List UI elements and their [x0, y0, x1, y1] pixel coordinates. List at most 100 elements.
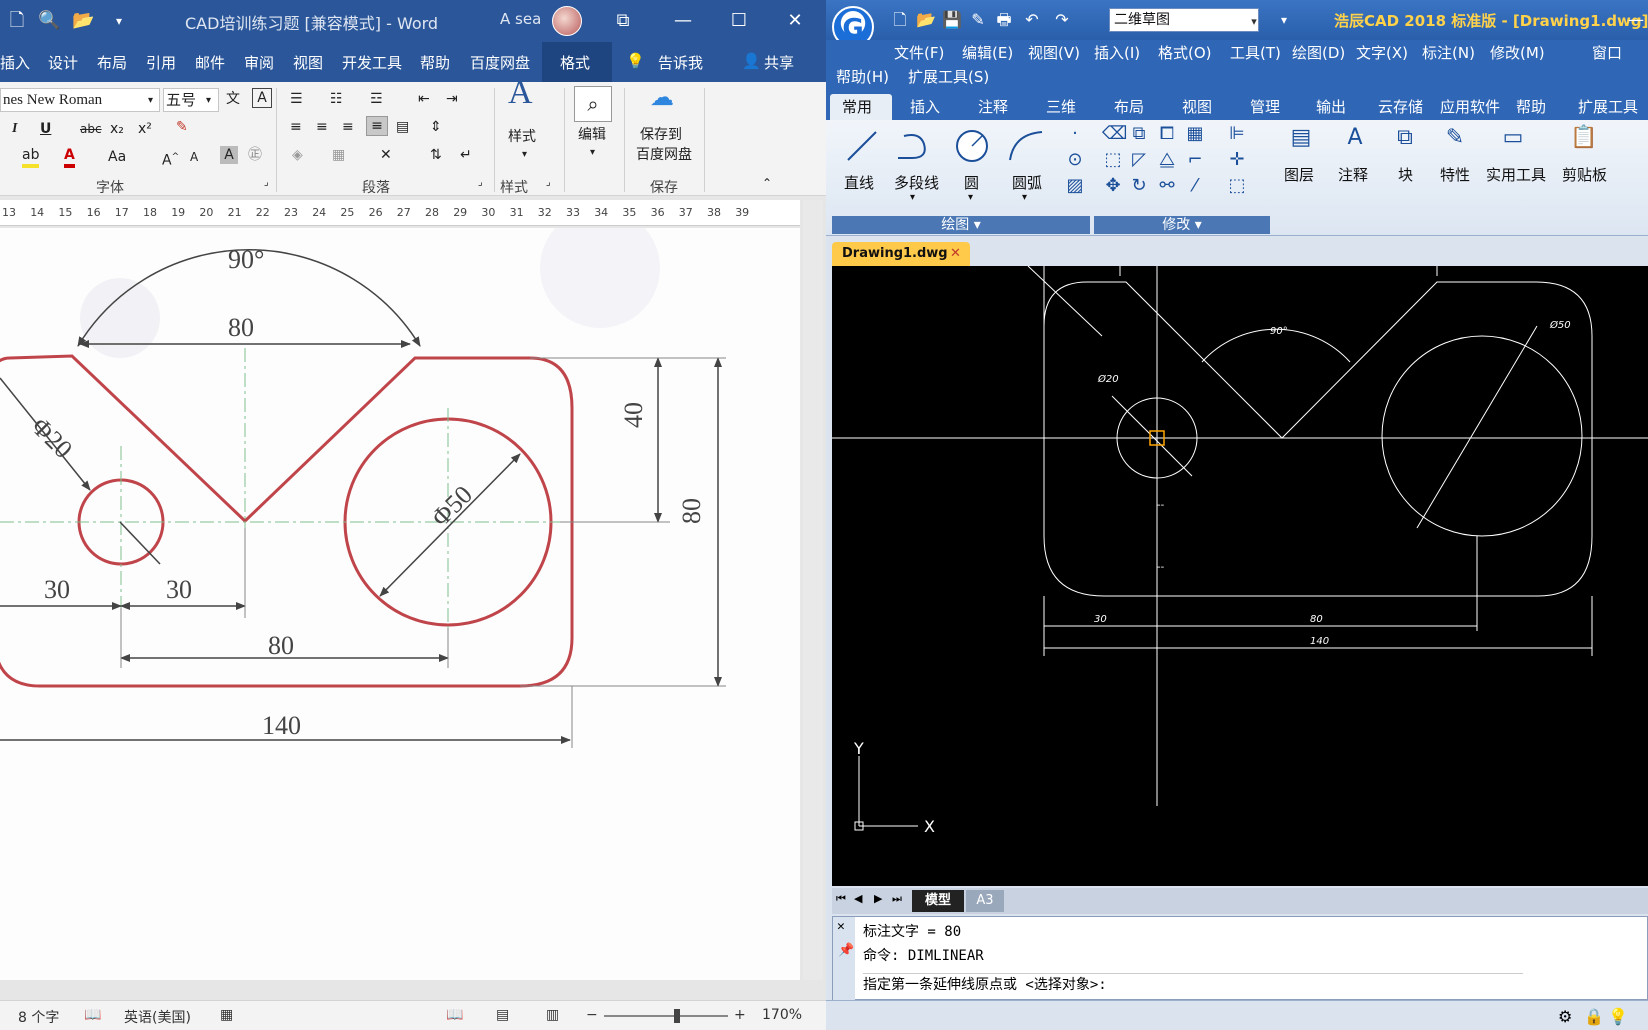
distributed-icon[interactable]: ▤ [396, 118, 409, 136]
tab-design[interactable]: 设计 [48, 52, 78, 73]
document-page[interactable]: 90° 80 Φ20 Φ50 30 30 80 140 40 80 [0, 208, 800, 980]
change-case-icon[interactable]: Aa [108, 148, 126, 166]
underline-button[interactable]: U [40, 120, 51, 138]
word-count[interactable]: 8 个字 [18, 1007, 59, 1027]
char-shading-icon[interactable]: A [220, 146, 238, 164]
arc-tool-button[interactable]: 圆弧 [1012, 172, 1042, 193]
layout-tab-a3[interactable]: A3 [966, 890, 1004, 912]
draw-group-bar[interactable]: 绘图 ▾ [832, 216, 1090, 234]
move-icon[interactable]: ✥ [1102, 176, 1124, 198]
properties-button[interactable]: 特性 [1440, 164, 1470, 185]
print-preview-icon[interactable]: 🔍 [38, 10, 60, 32]
ribbon-tab-view[interactable]: 视图 [1182, 96, 1212, 117]
trim-icon[interactable]: ⚯ [1156, 176, 1178, 198]
tab-references[interactable]: 引用 [146, 52, 176, 73]
sort-icon[interactable]: ⇅ [430, 146, 442, 164]
close-icon[interactable]: ✕ [780, 8, 810, 34]
ellipse-icon[interactable]: ⊙ [1064, 150, 1086, 172]
modify-group-bar[interactable]: 修改 ▾ [1094, 216, 1270, 234]
tab-view[interactable]: 视图 [293, 52, 323, 73]
line-spacing-icon[interactable]: ⇕ [430, 118, 442, 136]
styles-dialog-launcher-icon[interactable]: ⌟ [546, 174, 551, 192]
find-icon[interactable]: ⌕ [574, 86, 612, 122]
ribbon-tab-output[interactable]: 输出 [1316, 96, 1346, 117]
minimize-icon[interactable]: — [668, 8, 698, 34]
ribbon-tab-extensions[interactable]: 扩展工具 [1578, 96, 1638, 117]
strikethrough-button[interactable]: abc [80, 120, 102, 138]
tab-mailings[interactable]: 邮件 [195, 52, 225, 73]
multilevel-list-icon[interactable]: ☲ [370, 90, 383, 108]
circle-tool-button[interactable]: 圆 [964, 172, 979, 193]
utilities-button[interactable]: 实用工具 [1486, 164, 1546, 185]
ribbon-tab-layout[interactable]: 布局 [1114, 96, 1144, 117]
clipboard-icon[interactable]: 📋 [1570, 127, 1597, 150]
zoom-in-icon[interactable]: + [734, 1007, 746, 1023]
justify-icon[interactable]: ≡ [366, 116, 388, 136]
layout-tab-model[interactable]: 模型 [912, 890, 964, 912]
share-icon[interactable]: 👤 [742, 52, 761, 70]
menu-dimension[interactable]: 标注(N) [1422, 42, 1475, 63]
font-dialog-launcher-icon[interactable]: ⌟ [264, 174, 269, 192]
line-tool-icon[interactable] [844, 128, 880, 164]
maximize-icon[interactable]: ☐ [724, 8, 754, 34]
align-center-icon[interactable]: ≡ [316, 118, 328, 136]
save-to-baidu-button-line1[interactable]: 保存到 [640, 124, 682, 144]
rotate-icon[interactable]: ↻ [1128, 176, 1150, 198]
macro-record-icon[interactable]: ▦ [220, 1007, 233, 1023]
ribbon-tab-manage[interactable]: 管理 [1250, 96, 1280, 117]
size-dropdown-icon[interactable]: ▾ [206, 92, 211, 110]
settings-gear-icon[interactable]: ⚙ [1558, 1007, 1572, 1026]
styles-icon[interactable]: A [508, 76, 533, 110]
menu-modify[interactable]: 修改(M) [1490, 42, 1545, 63]
vertical-scrollbar[interactable] [803, 200, 823, 980]
edit-dropdown-icon[interactable]: ▾ [590, 144, 595, 162]
circle-dropdown-icon[interactable]: ▾ [968, 192, 973, 203]
share-button[interactable]: 共享 [764, 52, 794, 73]
font-color-icon[interactable]: A [64, 146, 75, 168]
break-icon[interactable]: ✛ [1226, 150, 1248, 172]
stretch-icon[interactable]: ⬚ [1102, 150, 1124, 172]
arc-dropdown-icon[interactable]: ▾ [1022, 192, 1027, 203]
edit-button[interactable]: 编辑 [578, 124, 606, 144]
utilities-icon[interactable]: ▭ [1502, 127, 1524, 150]
menu-draw[interactable]: 绘图(D) [1292, 42, 1345, 63]
tab-developer[interactable]: 开发工具 [342, 52, 402, 73]
block-button[interactable]: 块 [1398, 164, 1413, 185]
tab-format[interactable]: 格式 [560, 52, 590, 73]
tab-layout[interactable]: 布局 [97, 52, 127, 73]
font-dropdown-icon[interactable]: ▾ [148, 92, 153, 110]
polyline-tool-button[interactable]: 多段线 [894, 172, 939, 193]
command-window[interactable]: ✕ 📌 标注文字 = 80 命令: DIMLINEAR 指定第一条延伸线原点或 … [832, 916, 1648, 1001]
superscript-button[interactable]: x² [138, 120, 152, 138]
workspace-dropdown-icon[interactable]: ▾ [1244, 12, 1264, 32]
print-layout-icon[interactable]: ▤ [496, 1007, 509, 1023]
paragraph-dialog-launcher-icon[interactable]: ⌟ [478, 174, 483, 192]
drawing-tab-close-icon[interactable]: ✕ [950, 242, 961, 266]
offset-icon[interactable]: ⧠ [1156, 124, 1178, 146]
polyline-dropdown-icon[interactable]: ▾ [910, 192, 915, 203]
asian-layout-icon[interactable]: ✕ [380, 146, 392, 164]
menu-text[interactable]: 文字(X) [1356, 42, 1408, 63]
save-as-icon[interactable]: ✎ [968, 10, 988, 30]
menu-tools[interactable]: 工具(T) [1230, 42, 1281, 63]
explode-icon[interactable]: ⬚ [1226, 176, 1248, 198]
increase-indent-icon[interactable]: ⇥ [446, 90, 458, 108]
menu-file[interactable]: 文件(F) [894, 42, 944, 63]
menu-window[interactable]: 窗口 [1592, 42, 1622, 63]
clear-format-icon[interactable]: ✎ [176, 118, 188, 136]
font-name-box[interactable]: nes New Roman [0, 88, 160, 112]
highlight-icon[interactable]: ab [22, 146, 40, 168]
annotate-icon[interactable]: A [1344, 127, 1366, 150]
horizontal-ruler[interactable]: 13 14 15 16 17 18 19 20 21 22 23 24 25 26 27 28 29 30 31 32… [0, 200, 800, 226]
new-file-icon[interactable]: 🗋 [890, 10, 910, 30]
mirror-icon[interactable]: ⧋ [1156, 150, 1178, 172]
tab-insert[interactable]: 插入 [0, 52, 30, 73]
align-left-icon[interactable]: ≡ [290, 118, 302, 136]
copy-icon[interactable]: ⧉ [1128, 124, 1150, 146]
scale-icon[interactable]: ◸ [1128, 150, 1150, 172]
prev-layout-icon[interactable]: ◀ [854, 892, 862, 905]
language-indicator[interactable]: 英语(美国) [124, 1007, 191, 1027]
styles-button[interactable]: 样式 [508, 126, 536, 146]
array-icon[interactable]: ▦ [1184, 124, 1206, 146]
new-document-icon[interactable]: 🗋 [6, 10, 28, 32]
